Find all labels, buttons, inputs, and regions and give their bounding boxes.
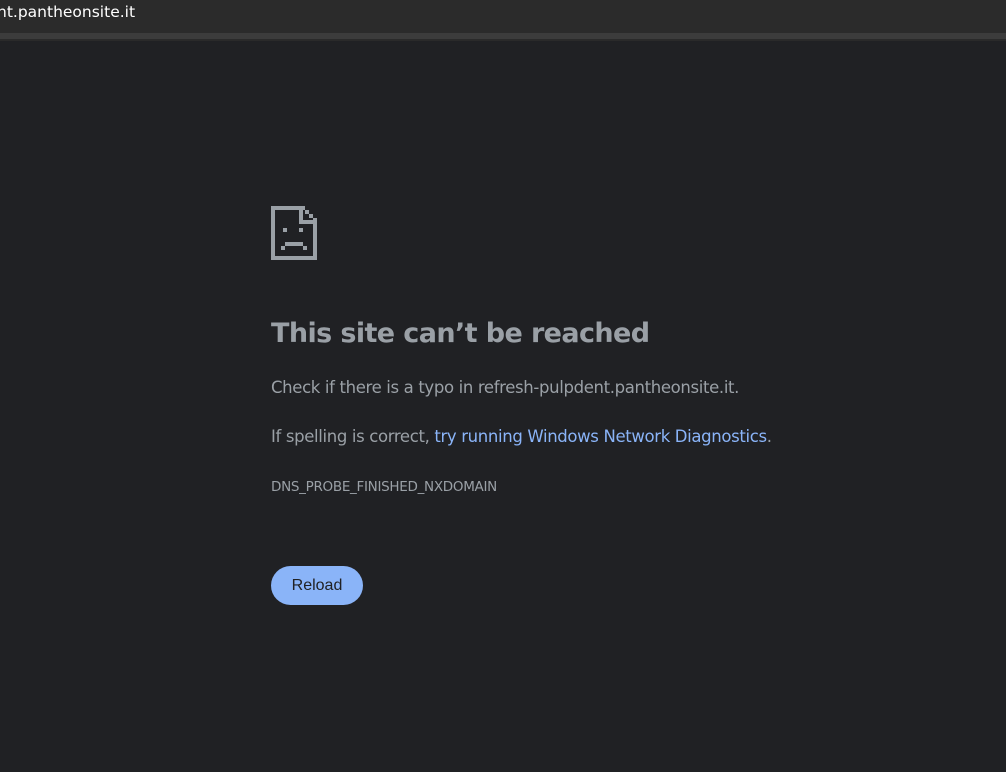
error-heading: This site can’t be reached — [271, 318, 650, 349]
error-code: DNS_PROBE_FINISHED_NXDOMAIN — [271, 479, 497, 495]
sad-page-icon — [271, 206, 317, 260]
address-url-text[interactable]: nt.pantheonsite.it — [0, 3, 135, 21]
typo-message: Check if there is a typo in refresh-pulp… — [271, 378, 740, 397]
spelling-suffix: . — [766, 427, 772, 446]
error-page-content — [0, 41, 1006, 772]
reload-button[interactable]: Reload — [271, 566, 363, 605]
spelling-prefix: If spelling is correct, — [271, 427, 435, 446]
spelling-message: If spelling is correct, try running Wind… — [271, 427, 772, 446]
network-diagnostics-link[interactable]: try running Windows Network Diagnostics — [434, 427, 767, 446]
address-bar[interactable]: nt.pantheonsite.it — [0, 0, 1006, 33]
